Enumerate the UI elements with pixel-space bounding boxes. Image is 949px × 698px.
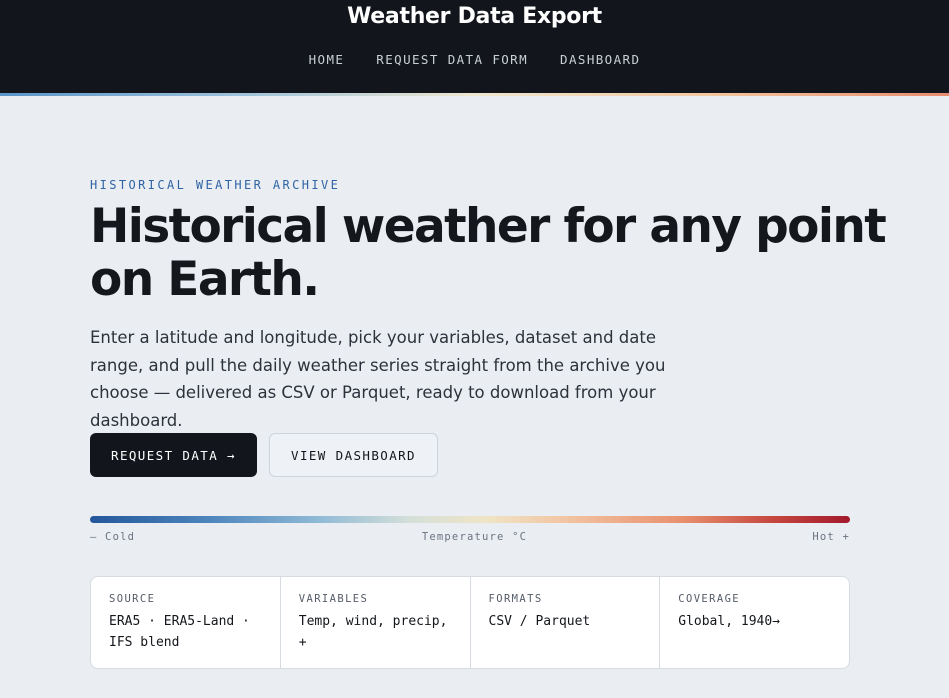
- nav-home-link[interactable]: HOME: [309, 52, 345, 67]
- hero-title-line-2: on Earth.: [90, 252, 320, 307]
- hero-title-line-1: Historical weather for any point: [90, 199, 887, 254]
- info-cards: SOURCE ERA5 · ERA5-Land · IFS blend VARI…: [90, 576, 850, 669]
- card-value: ERA5 · ERA5-Land · IFS blend: [109, 614, 250, 650]
- nav-dashboard-link[interactable]: DASHBOARD: [560, 52, 640, 67]
- header-gradient-stripe: [0, 93, 949, 96]
- info-card-coverage: COVERAGE Global, 1940→: [660, 577, 849, 668]
- hero-description: Enter a latitude and longitude, pick you…: [90, 328, 666, 430]
- info-card-variables: VARIABLES Temp, wind, precip, +: [281, 577, 471, 668]
- card-label: VARIABLES: [298, 593, 369, 605]
- request-data-button[interactable]: REQUEST DATA →: [90, 433, 257, 477]
- temperature-scale-bar: [90, 516, 850, 523]
- scale-hot-label: Hot +: [812, 531, 850, 543]
- view-dashboard-button[interactable]: VIEW DASHBOARD: [269, 433, 438, 477]
- card-value: CSV / Parquet: [488, 614, 591, 629]
- nav-request-form-link[interactable]: REQUEST DATA FORM: [376, 52, 528, 67]
- hero-title: Historical weather for any point on Eart…: [90, 200, 890, 306]
- card-value: Global, 1940→: [678, 614, 780, 629]
- card-label: SOURCE: [109, 593, 156, 605]
- top-navbar: Weather Data Export HOME REQUEST DATA FO…: [0, 0, 949, 93]
- hero-eyebrow: HISTORICAL WEATHER ARCHIVE: [90, 178, 341, 192]
- card-label: FORMATS: [488, 593, 543, 605]
- info-card-formats: FORMATS CSV / Parquet: [471, 577, 661, 668]
- info-card-source: SOURCE ERA5 · ERA5-Land · IFS blend: [91, 577, 281, 668]
- card-label: COVERAGE: [678, 593, 741, 605]
- card-value: Temp, wind, precip, +: [298, 614, 448, 650]
- scale-title-label: Temperature °C: [421, 531, 528, 543]
- site-title[interactable]: Weather Data Export: [0, 4, 949, 29]
- main-nav: HOME REQUEST DATA FORM DASHBOARD: [0, 52, 949, 67]
